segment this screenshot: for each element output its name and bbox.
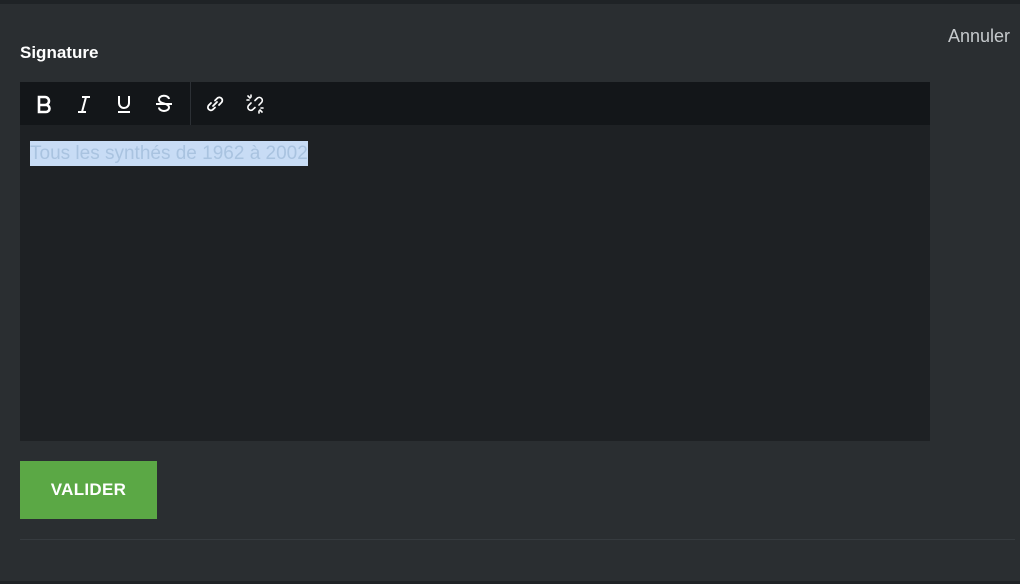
editor-toolbar — [20, 82, 930, 125]
strikethrough-icon — [156, 94, 172, 112]
unlink-button[interactable] — [241, 90, 269, 118]
bottom-divider — [20, 539, 1015, 540]
signature-text[interactable]: Tous les synthés de 1962 à 2002 — [30, 141, 308, 166]
signature-editor: Tous les synthés de 1962 à 2002 — [20, 82, 930, 441]
underline-button[interactable] — [110, 90, 138, 118]
format-tool-group — [20, 82, 190, 125]
cancel-link[interactable]: Annuler — [948, 26, 1010, 47]
validate-button[interactable]: VALIDER — [20, 461, 157, 519]
unlink-icon — [246, 93, 264, 114]
bold-icon — [37, 95, 51, 113]
section-title: Signature — [20, 43, 99, 62]
italic-icon — [78, 95, 90, 113]
strikethrough-button[interactable] — [150, 90, 178, 118]
bold-button[interactable] — [30, 90, 58, 118]
underline-icon — [118, 95, 130, 113]
editor-content[interactable]: Tous les synthés de 1962 à 2002 — [20, 125, 930, 441]
link-button[interactable] — [201, 90, 229, 118]
link-icon — [207, 96, 224, 111]
link-tool-group — [190, 82, 281, 125]
italic-button[interactable] — [70, 90, 98, 118]
top-border — [0, 0, 1020, 4]
